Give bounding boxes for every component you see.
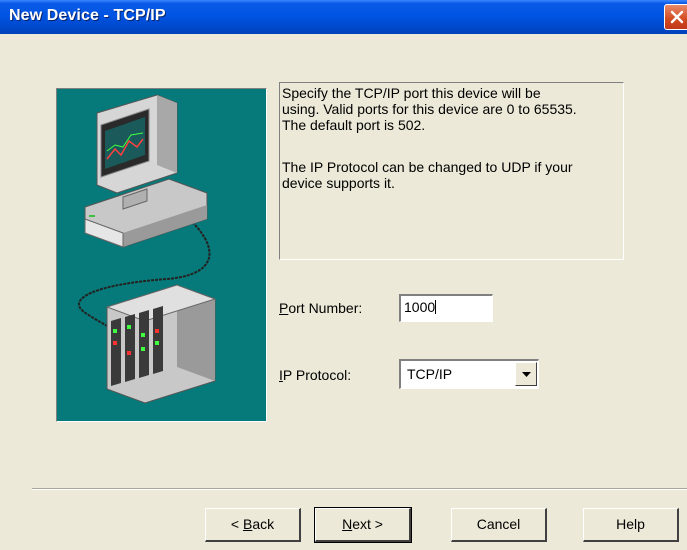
dropdown-button[interactable]	[515, 362, 537, 386]
separator	[32, 488, 687, 490]
computer-icon	[84, 94, 208, 248]
ip-protocol-value: TCP/IP	[407, 366, 453, 382]
info-panel: Specify the TCP/IP port this device will…	[279, 82, 624, 260]
info-text-port: Specify the TCP/IP port this device will…	[282, 85, 577, 133]
info-text-protocol: The IP Protocol can be changed to UDP if…	[282, 159, 573, 191]
dropdown-arrow-icon	[522, 372, 531, 377]
close-button[interactable]	[664, 4, 687, 30]
window-title: New Device - TCP/IP	[9, 7, 166, 24]
back-button[interactable]: < Back	[205, 508, 301, 542]
close-icon	[670, 10, 684, 24]
text-caret	[435, 300, 437, 315]
ip-protocol-label: IP Protocol:	[279, 367, 352, 383]
dialog-window: New Device - TCP/IP Specify the TCP/IP p…	[0, 0, 687, 550]
title-bar[interactable]: New Device - TCP/IP	[0, 0, 687, 34]
port-number-label: Port Number:	[279, 300, 363, 316]
ip-protocol-select[interactable]: TCP/IP	[399, 359, 539, 389]
cancel-button[interactable]: Cancel	[451, 508, 547, 542]
plc-device-icon	[105, 284, 217, 404]
wizard-illustration	[56, 88, 267, 422]
port-number-input[interactable]: 1000	[399, 294, 493, 322]
next-button[interactable]: Next >	[314, 507, 412, 543]
help-button[interactable]: Help	[583, 508, 679, 542]
